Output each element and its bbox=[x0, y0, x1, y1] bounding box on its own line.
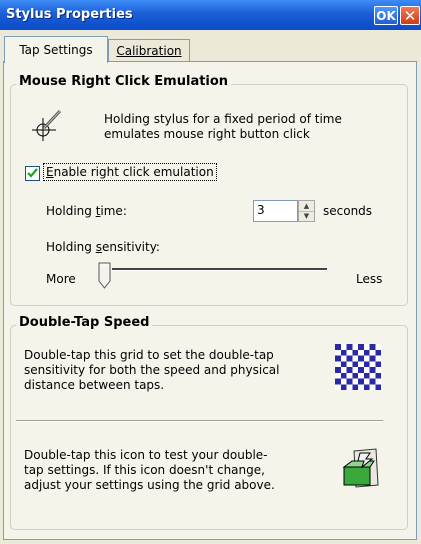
test-description-line2: tap settings. If this icon doesn't chang… bbox=[24, 463, 265, 477]
holding-time-label: Holding time: bbox=[46, 204, 127, 218]
stylus-crosshair-icon bbox=[32, 109, 62, 141]
holding-sensitivity-label: Holding sensitivity: bbox=[46, 240, 160, 254]
double-tap-divider bbox=[16, 420, 383, 422]
test-description-line3: adjust your settings using the grid abov… bbox=[24, 478, 275, 492]
checkmark-icon bbox=[27, 168, 38, 178]
grid-description-line2: sensitivity for both the speed and physi… bbox=[24, 363, 280, 377]
close-button[interactable]: ✕ bbox=[400, 6, 420, 25]
test-description-line1: Double-tap this icon to test your double… bbox=[24, 448, 268, 462]
grid-description-line1: Double-tap this grid to set the double-t… bbox=[24, 348, 274, 362]
double-tap-group-title: Double-Tap Speed bbox=[16, 315, 153, 330]
holding-time-input[interactable]: 3 bbox=[253, 200, 298, 222]
tab-label: Tap Settings bbox=[19, 43, 93, 57]
title-bar: Stylus Properties OK ✕ bbox=[0, 0, 421, 30]
enable-right-click-checkbox[interactable] bbox=[25, 166, 40, 181]
sensitivity-slider-thumb[interactable] bbox=[98, 262, 111, 289]
right-click-description-line1: Holding stylus for a fixed period of tim… bbox=[104, 112, 342, 126]
test-tap-icon[interactable] bbox=[340, 447, 380, 489]
tab-calibration[interactable]: Calibration bbox=[108, 39, 190, 61]
sensitivity-more-label: More bbox=[46, 272, 76, 286]
right-click-description-line2: emulates mouse right button click bbox=[104, 127, 310, 141]
holding-time-spinner[interactable]: ▲ ▼ bbox=[298, 200, 315, 222]
spin-down-icon[interactable]: ▼ bbox=[299, 211, 314, 221]
tab-tap-settings[interactable]: Tap Settings bbox=[4, 36, 108, 63]
sensitivity-slider-track[interactable] bbox=[112, 268, 327, 271]
grid-description-line3: distance between taps. bbox=[24, 378, 165, 392]
tab-label: Calibration bbox=[116, 43, 182, 58]
close-icon: ✕ bbox=[403, 6, 417, 25]
right-click-group-title: Mouse Right Click Emulation bbox=[16, 74, 232, 89]
checker-grid-icon[interactable] bbox=[335, 344, 381, 390]
sensitivity-less-label: Less bbox=[356, 272, 383, 286]
seconds-label: seconds bbox=[323, 204, 373, 218]
window-title: Stylus Properties bbox=[6, 7, 133, 22]
enable-right-click-label[interactable]: Enable right click emulation bbox=[43, 163, 217, 181]
ok-button[interactable]: OK bbox=[374, 6, 398, 25]
